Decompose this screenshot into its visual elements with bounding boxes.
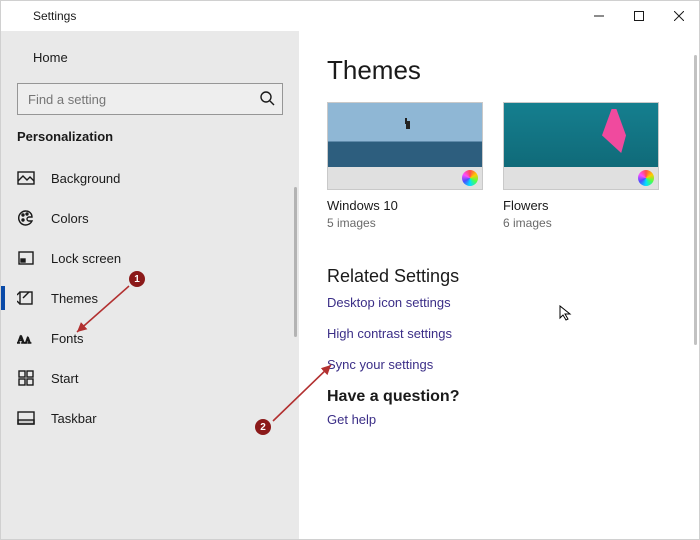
- scrollbar-thumb[interactable]: [694, 55, 697, 345]
- link-sync-your-settings[interactable]: Sync your settings: [327, 357, 699, 372]
- link-high-contrast-settings[interactable]: High contrast settings: [327, 326, 699, 341]
- sidebar-item-label: Start: [51, 371, 78, 386]
- search-input[interactable]: [17, 83, 283, 115]
- themes-row: Windows 10 5 images Flowers 6 images: [327, 102, 699, 230]
- main-panel: Themes Windows 10 5 images Flowers: [299, 31, 699, 539]
- theme-name: Windows 10: [327, 198, 483, 213]
- sidebar-section-label: Personalization: [1, 129, 299, 158]
- fonts-icon: AA: [17, 329, 35, 347]
- sidebar-item-label: Fonts: [51, 331, 84, 346]
- sidebar-item-background[interactable]: Background: [1, 158, 299, 198]
- colorwheel-icon: [638, 170, 654, 186]
- link-get-help[interactable]: Get help: [327, 412, 699, 427]
- theme-card-flowers[interactable]: Flowers 6 images: [503, 102, 659, 230]
- taskbar-icon: [17, 409, 35, 427]
- scrollbar-thumb[interactable]: [294, 187, 297, 337]
- sidebar-item-label: Background: [51, 171, 120, 186]
- theme-name: Flowers: [503, 198, 659, 213]
- sidebar-item-label: Taskbar: [51, 411, 97, 426]
- sidebar-home[interactable]: Home: [1, 39, 299, 75]
- theme-subtext: 6 images: [503, 216, 659, 230]
- titlebar: Settings: [1, 1, 699, 31]
- lockscreen-icon: [17, 249, 35, 267]
- colorwheel-icon: [462, 170, 478, 186]
- themes-icon: [17, 289, 35, 307]
- palette-icon: [17, 209, 35, 227]
- theme-card-windows10[interactable]: Windows 10 5 images: [327, 102, 483, 230]
- settings-window: Settings Home: [0, 0, 700, 540]
- window-controls: [579, 1, 699, 31]
- search-wrap: [1, 83, 299, 129]
- picture-icon: [17, 169, 35, 187]
- svg-text:A: A: [25, 336, 31, 345]
- titlebar-left: Settings: [1, 9, 579, 24]
- minimize-button[interactable]: [579, 1, 619, 31]
- theme-subtext: 5 images: [327, 216, 483, 230]
- sidebar-item-label: Themes: [51, 291, 98, 306]
- start-icon: [17, 369, 35, 387]
- sidebar-item-taskbar[interactable]: Taskbar: [1, 398, 299, 438]
- maximize-button[interactable]: [619, 1, 659, 31]
- window-title: Settings: [33, 9, 76, 23]
- link-desktop-icon-settings[interactable]: Desktop icon settings: [327, 295, 699, 310]
- sidebar-nav: Background Colors Lock screen: [1, 158, 299, 438]
- theme-accent-strip: [328, 167, 482, 189]
- have-a-question-heading: Have a question?: [327, 388, 699, 406]
- theme-accent-strip: [504, 167, 658, 189]
- sidebar-item-lockscreen[interactable]: Lock screen: [1, 238, 299, 278]
- search-icon: [259, 90, 275, 109]
- sidebar-scrollbar[interactable]: [294, 187, 297, 477]
- svg-text:A: A: [17, 334, 25, 346]
- main-inner: Themes Windows 10 5 images Flowers: [327, 55, 699, 539]
- search-box: [17, 83, 283, 115]
- theme-thumbnail: [503, 102, 659, 190]
- sidebar-item-start[interactable]: Start: [1, 358, 299, 398]
- page-title: Themes: [327, 55, 699, 86]
- related-settings-heading: Related Settings: [327, 266, 699, 287]
- main-scrollbar[interactable]: [694, 55, 697, 375]
- sidebar-home-label: Home: [33, 50, 68, 65]
- theme-thumbnail: [327, 102, 483, 190]
- close-button[interactable]: [659, 1, 699, 31]
- sidebar-item-fonts[interactable]: AA Fonts: [1, 318, 299, 358]
- window-body: Home Personalization Background: [1, 31, 699, 539]
- sidebar-item-label: Lock screen: [51, 251, 121, 266]
- sidebar-item-label: Colors: [51, 211, 89, 226]
- sidebar-item-colors[interactable]: Colors: [1, 198, 299, 238]
- sidebar: Home Personalization Background: [1, 31, 299, 539]
- sidebar-item-themes[interactable]: Themes: [1, 278, 299, 318]
